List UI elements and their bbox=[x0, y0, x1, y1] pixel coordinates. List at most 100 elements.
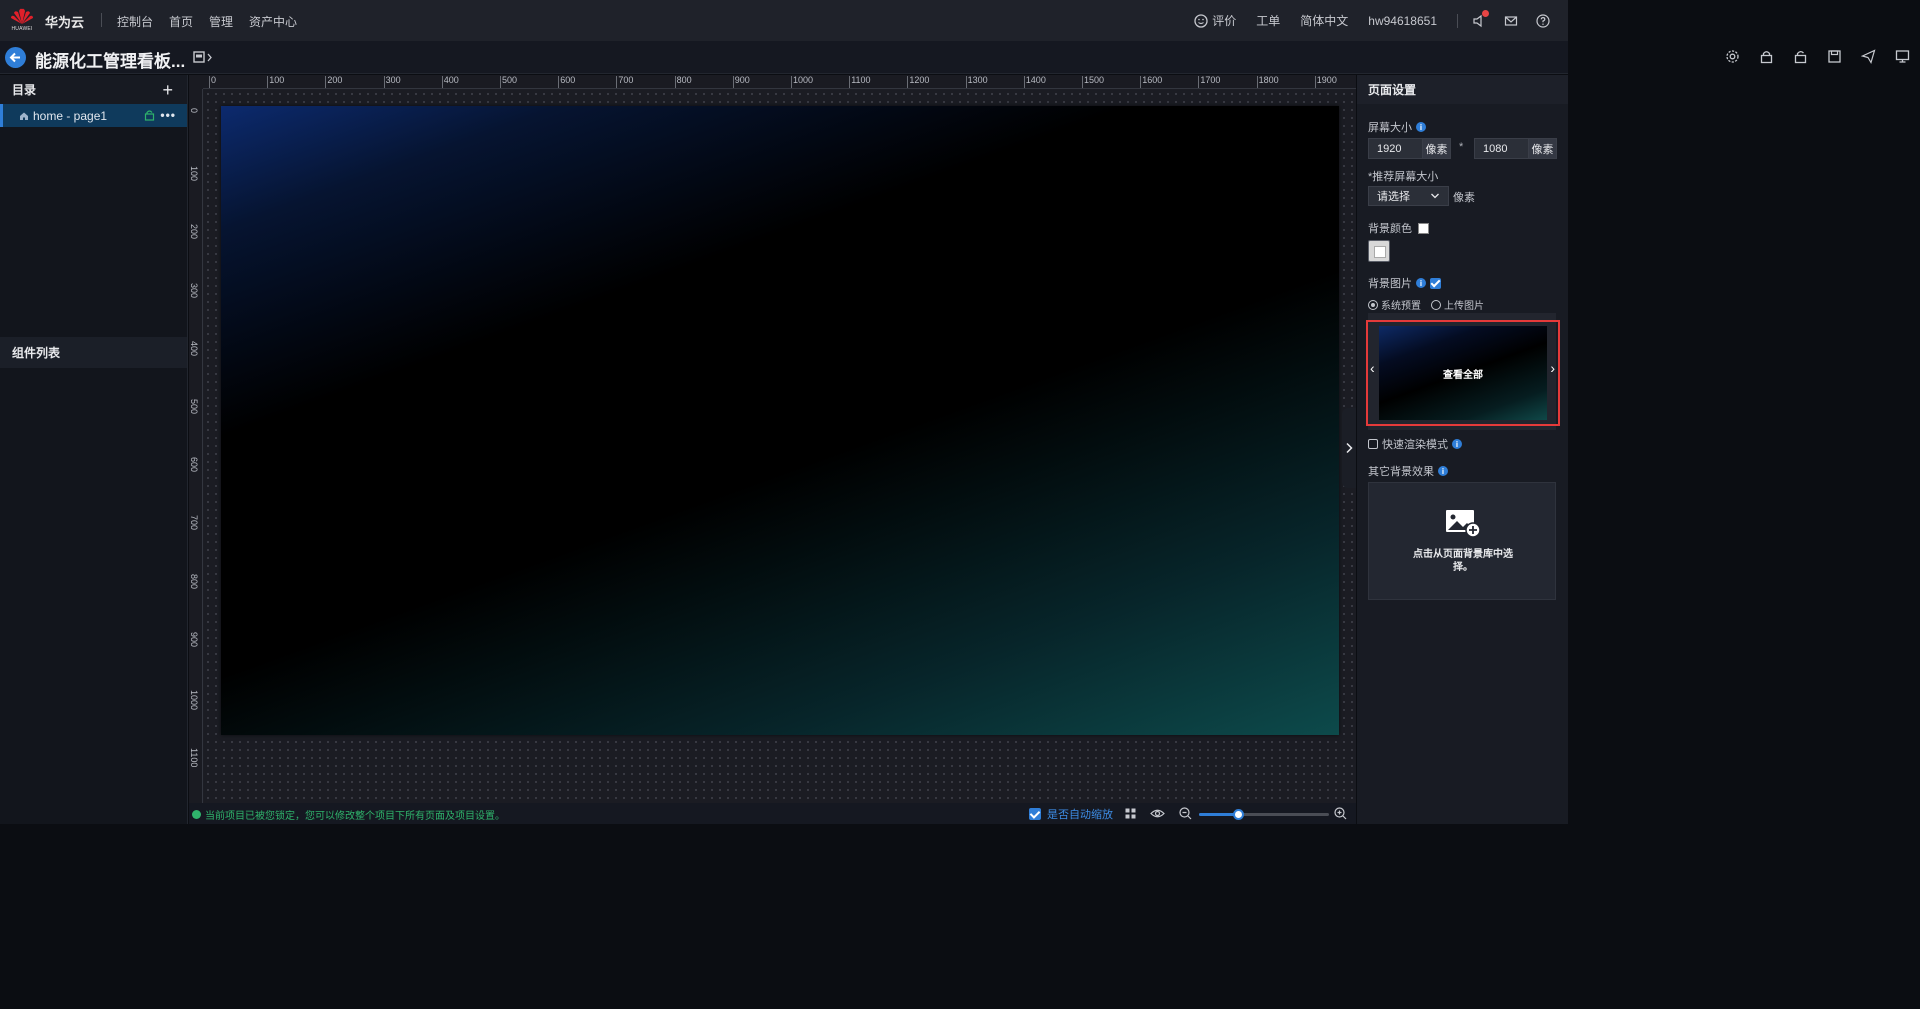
nav-link-manage[interactable]: 管理 bbox=[209, 13, 233, 30]
ruler-top-label: 600 bbox=[560, 75, 576, 85]
panel-collapse-handle[interactable] bbox=[1342, 408, 1356, 488]
bg-image-checkbox[interactable] bbox=[1430, 277, 1441, 289]
chevron-left-icon[interactable]: ‹ bbox=[1370, 360, 1375, 376]
bg-color-picker[interactable] bbox=[1368, 240, 1390, 262]
preview-button[interactable] bbox=[1895, 49, 1910, 64]
component-list-header[interactable]: 组件列表 bbox=[0, 337, 187, 368]
fast-render-checkbox[interactable] bbox=[1368, 439, 1378, 449]
view-all-link[interactable]: 查看全部 bbox=[1443, 366, 1483, 381]
huawei-logo[interactable]: HUAWEI bbox=[10, 8, 34, 34]
ruler-top-label: 1200 bbox=[909, 75, 930, 85]
zoom-slider-handle[interactable] bbox=[1233, 809, 1244, 820]
ruler-left-label: 600 bbox=[189, 457, 199, 473]
lock-button[interactable] bbox=[1759, 49, 1774, 64]
page-tree-item[interactable]: home - page1 ••• bbox=[0, 104, 187, 127]
ruler-top-tick bbox=[1314, 76, 1316, 88]
info-icon[interactable]: i bbox=[1416, 122, 1426, 132]
nav-link-assets[interactable]: 资产中心 bbox=[249, 13, 297, 30]
ruler-top-tick bbox=[441, 76, 443, 88]
page-settings-title: 页面设置 bbox=[1368, 83, 1417, 97]
zoom-out-icon[interactable] bbox=[1179, 807, 1192, 820]
lock-icon[interactable] bbox=[144, 109, 155, 121]
ruler-left-label: 300 bbox=[189, 282, 199, 298]
ruler-top-label: 500 bbox=[502, 75, 518, 85]
radio-system-preset[interactable]: 系统预置 bbox=[1368, 297, 1421, 312]
width-input[interactable]: 1920 像素 bbox=[1368, 138, 1451, 159]
feedback-button[interactable]: 评价 bbox=[1194, 12, 1236, 29]
ruler-top-label: 1100 bbox=[851, 75, 871, 85]
ruler-top-tick bbox=[907, 76, 909, 88]
back-button[interactable] bbox=[5, 47, 26, 68]
radio-upload-image[interactable]: 上传图片 bbox=[1431, 297, 1484, 312]
page-title: 能源化工管理看板... bbox=[35, 52, 186, 71]
screen-size-label: 屏幕大小 bbox=[1368, 122, 1412, 134]
language-switch[interactable]: 简体中文 bbox=[1300, 12, 1348, 29]
select-unit: 像素 bbox=[1453, 192, 1475, 204]
radio-system-dot[interactable] bbox=[1368, 299, 1378, 310]
zoom-slider[interactable] bbox=[1199, 809, 1329, 820]
nav-links: 控制台 首页 管理 资产中心 bbox=[117, 13, 297, 30]
chevron-right-icon[interactable]: › bbox=[1550, 360, 1555, 376]
feedback-label: 评价 bbox=[1212, 14, 1237, 28]
save-button[interactable] bbox=[1827, 49, 1842, 64]
bg-effect-picker[interactable]: 点击从页面背景库中选择。 bbox=[1368, 482, 1556, 600]
screen-switch-icon[interactable] bbox=[193, 51, 213, 65]
add-image-icon bbox=[1446, 510, 1481, 538]
info-icon[interactable]: i bbox=[1452, 439, 1462, 449]
nav-right: 评价 工单 简体中文 hw94618651 bbox=[1194, 0, 1568, 41]
ruler-top-label: 400 bbox=[443, 75, 459, 85]
ruler-left-label: 700 bbox=[189, 515, 199, 531]
help-button[interactable] bbox=[1536, 13, 1550, 28]
catalog-header: 目录 + bbox=[0, 75, 187, 104]
radio-upload-dot[interactable] bbox=[1431, 299, 1441, 310]
ruler-top-tick bbox=[325, 76, 327, 88]
gear-icon bbox=[1726, 50, 1739, 63]
more-options-icon[interactable]: ••• bbox=[160, 108, 176, 122]
ruler-top-label: 1700 bbox=[1200, 75, 1221, 85]
ruler-top-label: 1400 bbox=[1025, 75, 1046, 85]
width-value[interactable]: 1920 bbox=[1369, 143, 1422, 155]
nav-link-home[interactable]: 首页 bbox=[169, 13, 193, 30]
recommended-size-select[interactable]: 请选择 bbox=[1368, 186, 1449, 206]
add-page-icon[interactable]: + bbox=[162, 80, 173, 101]
editor-toolbar bbox=[1725, 49, 1910, 64]
info-icon[interactable]: i bbox=[1416, 278, 1426, 288]
settings-button[interactable] bbox=[1725, 49, 1740, 64]
help-icon bbox=[1536, 13, 1550, 28]
radio-system-label: 系统预置 bbox=[1381, 301, 1421, 312]
auto-zoom-checkbox[interactable] bbox=[1029, 808, 1041, 820]
user-menu[interactable]: hw94618651 bbox=[1368, 14, 1437, 28]
notification-badge bbox=[1482, 9, 1489, 17]
top-navbar: HUAWEI 华为云 控制台 首页 管理 资产中心 评价 工单 简体中文 hw9… bbox=[0, 0, 1568, 41]
page-tree-label: home - page1 bbox=[33, 108, 108, 123]
ruler-top-label: 700 bbox=[618, 75, 634, 85]
bg-preset-thumbnail[interactable]: 查看全部 bbox=[1379, 326, 1547, 420]
brand-name[interactable]: 华为云 bbox=[45, 12, 84, 31]
mail-button[interactable] bbox=[1504, 14, 1518, 28]
screen-canvas[interactable] bbox=[221, 106, 1339, 735]
unlock-button[interactable] bbox=[1793, 49, 1808, 64]
ruler-corner bbox=[189, 75, 203, 89]
other-effects-row: 其它背景效果 i bbox=[1368, 463, 1448, 479]
nav-link-console[interactable]: 控制台 bbox=[117, 13, 153, 30]
info-icon[interactable]: i bbox=[1438, 466, 1448, 476]
ticket-link[interactable]: 工单 bbox=[1256, 12, 1280, 29]
width-unit: 像素 bbox=[1422, 139, 1450, 158]
height-input[interactable]: 1080 像素 bbox=[1474, 138, 1557, 159]
zoom-in-icon[interactable] bbox=[1334, 807, 1347, 820]
eye-icon[interactable] bbox=[1150, 808, 1165, 819]
nav-divider-right bbox=[1457, 13, 1458, 28]
notification-button[interactable] bbox=[1472, 9, 1489, 28]
ruler-top-tick bbox=[791, 76, 792, 88]
grid-icon[interactable] bbox=[1125, 808, 1136, 819]
auto-zoom-toggle[interactable]: 是否自动缩放 bbox=[1029, 806, 1113, 822]
ruler-top-label: 1500 bbox=[1084, 75, 1105, 85]
component-list-title: 组件列表 bbox=[12, 346, 61, 360]
ruler-left-label: 400 bbox=[189, 340, 199, 356]
huawei-flower-icon bbox=[11, 8, 33, 24]
height-value[interactable]: 1080 bbox=[1475, 143, 1528, 155]
publish-button[interactable] bbox=[1860, 49, 1876, 64]
lock-status: 当前项目已被您锁定，您可以修改整个项目下所有页面及项目设置。 bbox=[192, 807, 505, 822]
status-dot-icon bbox=[192, 810, 201, 819]
nav-divider bbox=[101, 13, 102, 27]
